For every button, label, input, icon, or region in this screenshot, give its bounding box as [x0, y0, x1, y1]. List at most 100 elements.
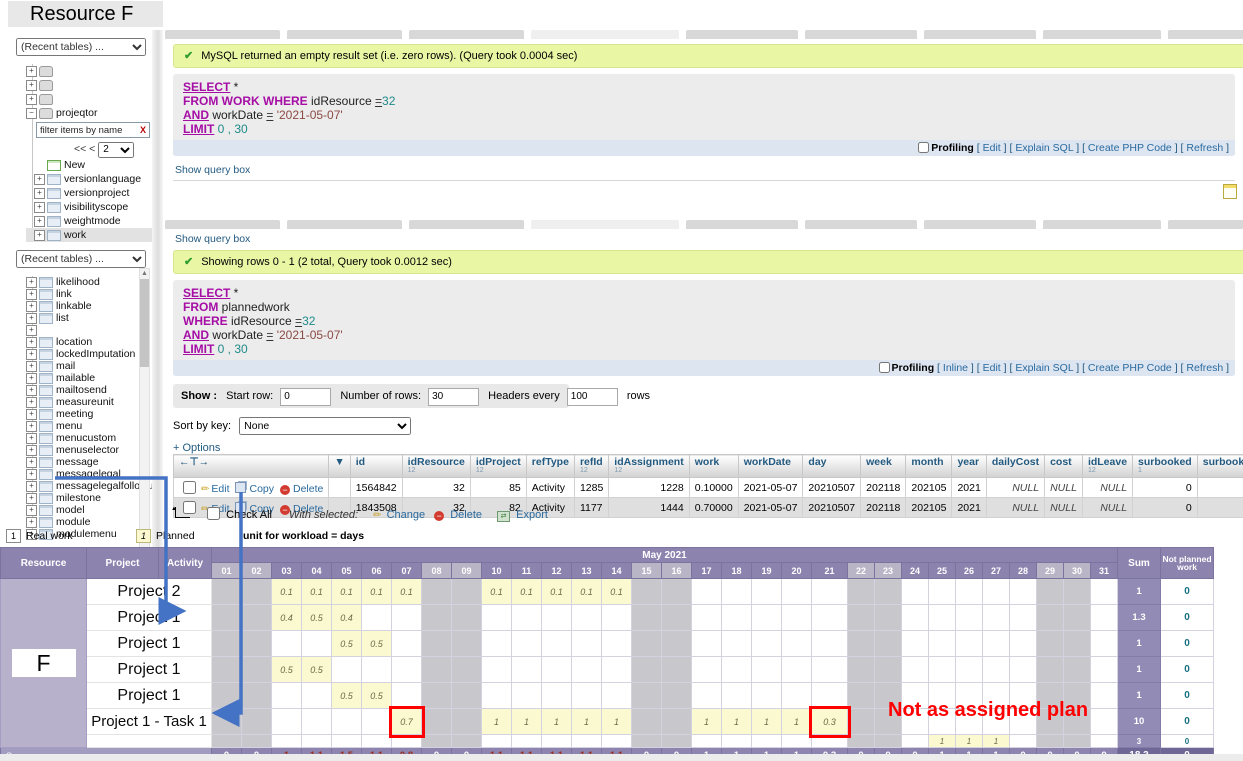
expand-icon[interactable]: + [26, 94, 37, 105]
options-toggle[interactable]: + Options [173, 442, 220, 454]
tab-block[interactable] [409, 30, 524, 39]
expand-icon[interactable]: + [26, 373, 37, 384]
tab-block[interactable] [531, 220, 679, 229]
tab-block[interactable] [1043, 30, 1161, 39]
row-checkbox[interactable] [183, 481, 196, 494]
sidebar-item-weightmode[interactable]: +weightmode [26, 214, 152, 228]
column-header-idAssignment[interactable]: idAssignment12 [609, 455, 689, 478]
copy-link[interactable]: Copy [249, 483, 274, 495]
expand-icon[interactable]: + [26, 80, 37, 91]
pager-page-select[interactable]: 2 [98, 142, 134, 158]
column-header-surbookedWork[interactable]: surbookedWork [1197, 455, 1243, 478]
tab-block[interactable] [409, 220, 524, 229]
expand-icon[interactable]: + [26, 301, 37, 312]
profiling-link-create-php-code[interactable]: Create PHP Code [1088, 362, 1172, 374]
filter-clear-button[interactable]: X [137, 125, 149, 135]
sort-key-select[interactable]: None [239, 417, 411, 435]
sidebar-item-projeqtor[interactable]: −projeqtor [26, 106, 152, 120]
tab-block[interactable] [805, 30, 917, 39]
sidebar-item[interactable]: + [26, 92, 152, 106]
profiling-checkbox[interactable] [918, 142, 929, 153]
column-header-surbooked[interactable]: surbooked1 [1133, 455, 1198, 478]
tab-block[interactable] [1168, 30, 1243, 39]
sidebar-item-mailtosend[interactable]: +mailtosend [26, 384, 152, 396]
sidebar-item-list[interactable]: +list [26, 312, 152, 324]
sidebar-item-menu[interactable]: +menu [26, 420, 152, 432]
query-note-icon[interactable] [1223, 184, 1237, 199]
column-header-refId[interactable]: refId12 [574, 455, 608, 478]
sidebar-item-menucustom[interactable]: +menucustom [26, 432, 152, 444]
sidebar-item-versionproject[interactable]: +versionproject [26, 186, 152, 200]
profiling-checkbox[interactable] [879, 362, 890, 373]
profiling-link-refresh[interactable]: Refresh [1186, 362, 1223, 374]
expand-icon[interactable]: + [26, 337, 37, 348]
expand-icon[interactable]: + [26, 469, 37, 480]
column-header-week[interactable]: week [861, 455, 906, 478]
tab-block[interactable] [924, 30, 1036, 39]
headers-every-input[interactable] [567, 388, 618, 406]
sidebar-item-messagelegalfollowup[interactable]: +messagelegalfollowup [26, 480, 152, 492]
column-header-work[interactable]: work [689, 455, 738, 478]
sidebar-item-visibilityscope[interactable]: +visibilityscope [26, 200, 152, 214]
expand-icon[interactable]: + [26, 433, 37, 444]
sort-arrow-icon[interactable]: ▼ [329, 455, 350, 478]
column-header-idResource[interactable]: idResource12 [402, 455, 470, 478]
column-header-day[interactable]: day [803, 455, 861, 478]
expand-icon[interactable]: + [26, 289, 37, 300]
profiling-link-refresh[interactable]: Refresh [1186, 142, 1223, 154]
column-header-refType[interactable]: refType [526, 455, 574, 478]
sidebar-item-new[interactable]: New [26, 158, 152, 172]
profiling-link-explain-sql[interactable]: Explain SQL [1015, 142, 1073, 154]
sidebar-item-versionlanguage[interactable]: +versionlanguage [26, 172, 152, 186]
sidebar-item[interactable]: + [26, 324, 152, 336]
expand-icon[interactable]: + [34, 230, 45, 241]
check-all-label[interactable]: Check All [226, 509, 272, 521]
sidebar-item-menuselector[interactable]: +menuselector [26, 444, 152, 456]
profiling-link-inline[interactable]: Inline [943, 362, 968, 374]
change-action[interactable]: Change [387, 509, 426, 521]
expand-icon[interactable]: + [26, 325, 37, 336]
show-query-box-link-2[interactable]: Show query box [175, 233, 250, 245]
expand-icon[interactable]: + [26, 421, 37, 432]
delete-action[interactable]: Delete [450, 509, 482, 521]
filter-items-input[interactable] [37, 125, 137, 136]
sidebar-scrollbar[interactable]: ▲ [139, 268, 150, 562]
sidebar-item-likelihood[interactable]: +likelihood [26, 276, 152, 288]
export-action[interactable]: Export [516, 509, 548, 521]
column-header-idProject[interactable]: idProject12 [470, 455, 526, 478]
sidebar-item[interactable]: + [26, 78, 152, 92]
sidebar-item-measureunit[interactable]: +measureunit [26, 396, 152, 408]
tab-block[interactable] [165, 30, 280, 39]
expand-icon[interactable]: + [26, 361, 37, 372]
expand-icon[interactable]: + [26, 277, 37, 288]
recent-tables-select-2[interactable]: (Recent tables) ... [16, 250, 146, 268]
sidebar-item-meeting[interactable]: +meeting [26, 408, 152, 420]
expand-icon[interactable]: + [34, 174, 45, 185]
profiling-link-edit[interactable]: Edit [983, 362, 1001, 374]
expand-icon[interactable]: + [26, 505, 37, 516]
tab-block[interactable] [1043, 220, 1161, 229]
tab-block[interactable] [531, 30, 679, 39]
tab-block[interactable] [287, 30, 402, 39]
expand-icon[interactable]: + [26, 445, 37, 456]
expand-icon[interactable]: + [26, 481, 37, 492]
sidebar-item-work[interactable]: +work [26, 228, 152, 242]
expand-icon[interactable]: − [26, 108, 37, 119]
expand-icon[interactable]: + [26, 349, 37, 360]
sidebar-item-lockedimputation[interactable]: +lockedImputation [26, 348, 152, 360]
sidebar-item-link[interactable]: +link [26, 288, 152, 300]
profiling-link-create-php-code[interactable]: Create PHP Code [1088, 142, 1172, 154]
show-query-box-link-1[interactable]: Show query box [175, 164, 250, 176]
column-header-year[interactable]: year [952, 455, 986, 478]
column-header-id[interactable]: id [350, 455, 402, 478]
tab-block[interactable] [686, 220, 798, 229]
sidebar-item-mailable[interactable]: +mailable [26, 372, 152, 384]
column-header-dailyCost[interactable]: dailyCost [986, 455, 1044, 478]
pager-prev-link[interactable]: << < [74, 143, 98, 155]
expand-icon[interactable]: + [26, 397, 37, 408]
sidebar-item-model[interactable]: +model [26, 504, 152, 516]
sidebar-item-message[interactable]: +message [26, 456, 152, 468]
expand-icon[interactable]: + [26, 409, 37, 420]
sidebar-item-mail[interactable]: +mail [26, 360, 152, 372]
tab-block[interactable] [287, 220, 402, 229]
